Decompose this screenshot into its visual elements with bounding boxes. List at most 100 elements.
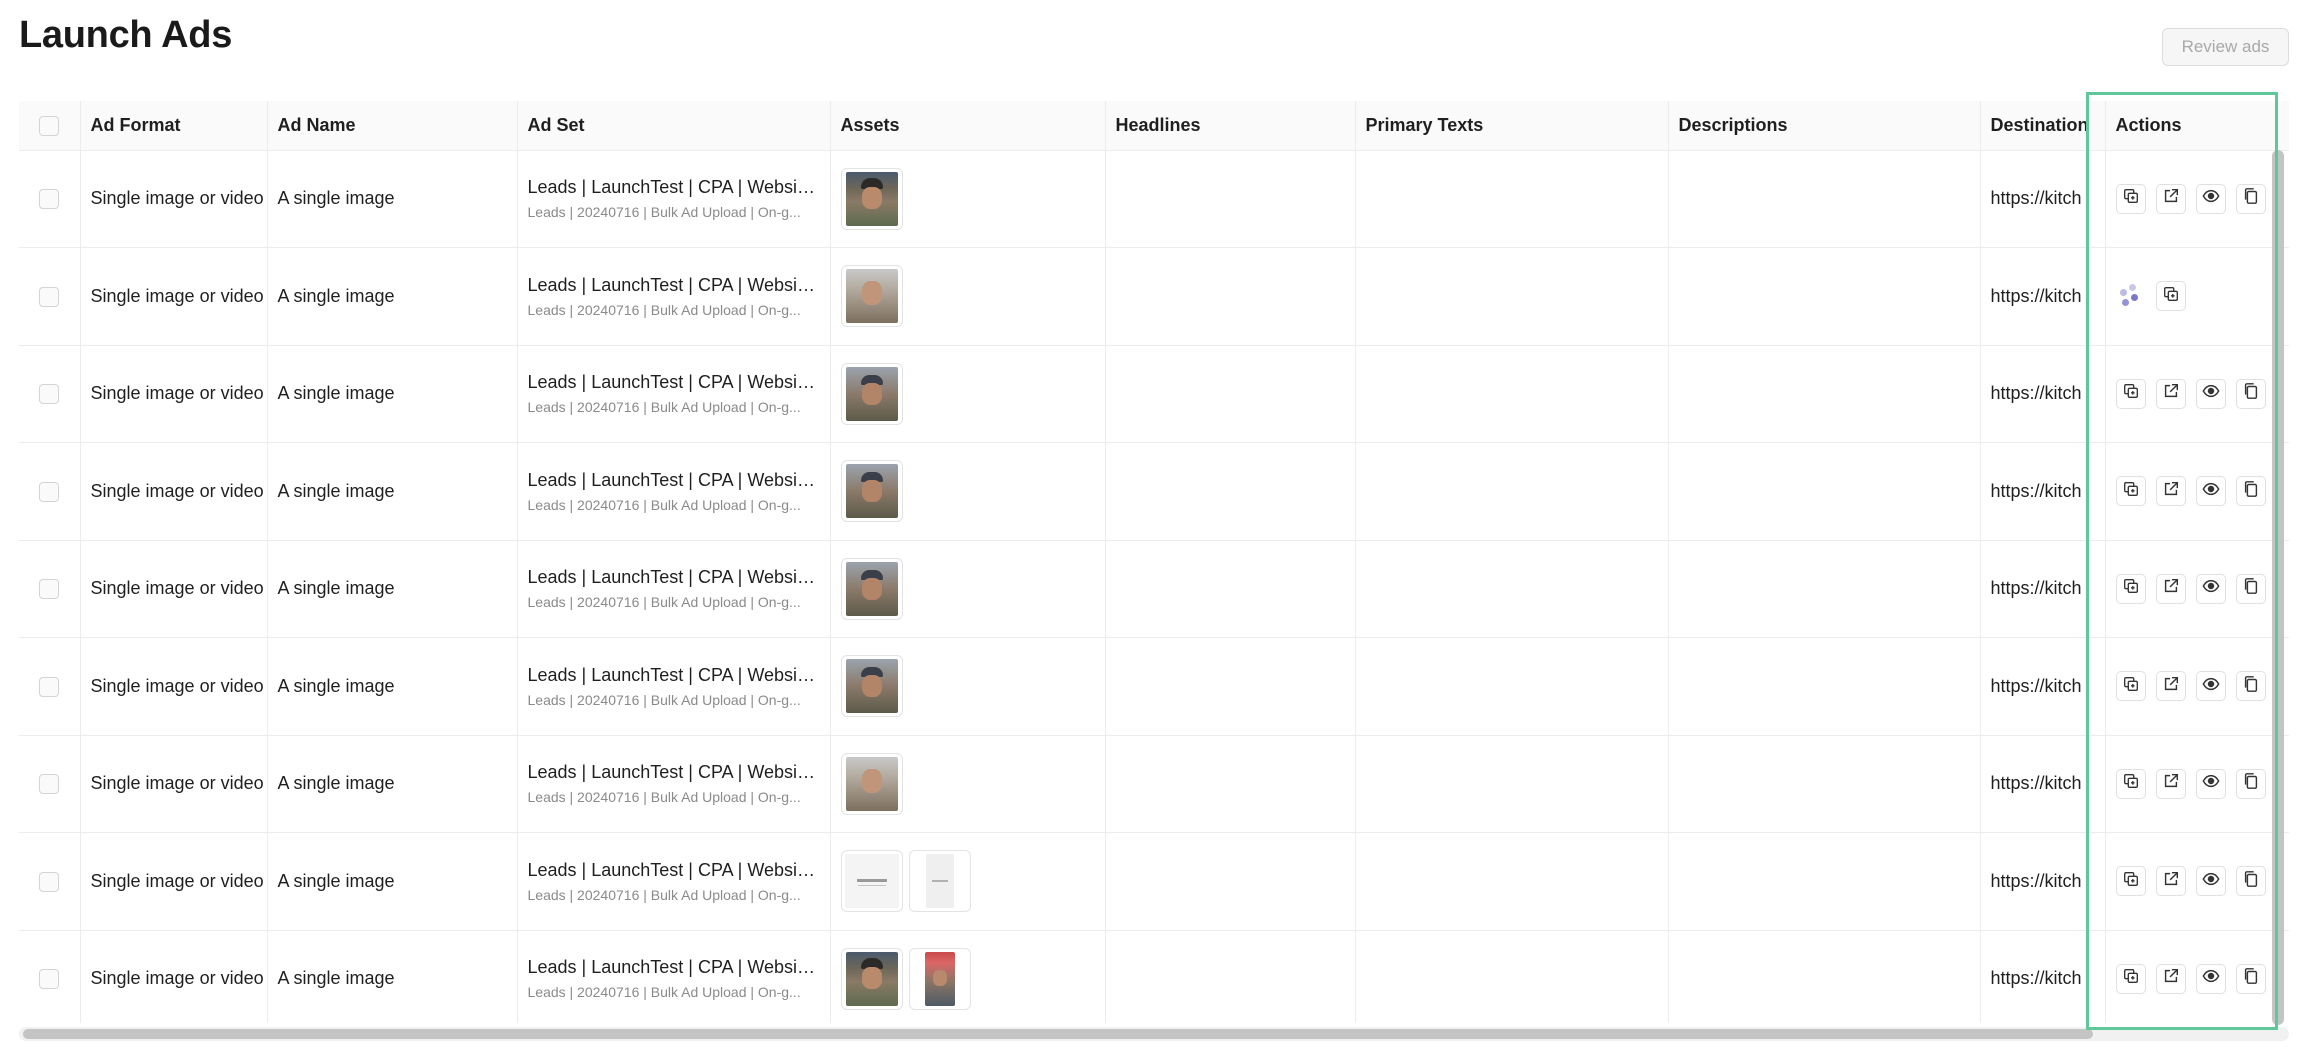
asset-thumbnail[interactable] [840,850,903,913]
descriptions-cell[interactable] [1668,345,1981,443]
duplicate-button[interactable] [2115,963,2146,994]
table-row[interactable]: Single image or video A single image Leads… [19,247,2289,346]
descriptions-cell[interactable] [1668,442,1981,541]
ad-format-cell[interactable]: Single image or video [80,540,268,638]
table-row[interactable]: Single image or video A single image Leads… [19,150,2289,248]
duplicate-button[interactable] [2115,378,2146,409]
review-ads-button[interactable]: Review ads [2162,28,2289,66]
ad-format-cell[interactable]: Single image or video [80,637,268,736]
ad-format-cell[interactable]: Single image or video [80,345,268,443]
primary-texts-cell[interactable] [1355,930,1669,1023]
destination-cell[interactable]: https://kitch [1980,637,2106,736]
preview-button[interactable] [2195,671,2226,702]
copy-button[interactable] [2235,378,2266,409]
ad-name-cell[interactable]: A single image [267,247,518,346]
duplicate-button[interactable] [2115,768,2146,799]
ad-set-cell[interactable]: Leads | LaunchTest | CPA | Website ... Le… [517,540,831,638]
ad-name-cell[interactable]: A single image [267,150,518,248]
destination-cell[interactable]: https://kitch [1980,540,2106,638]
copy-button[interactable] [2235,866,2266,897]
ad-format-cell[interactable]: Single image or video [80,832,268,931]
asset-thumbnail[interactable] [908,947,971,1010]
copy-button[interactable] [2235,573,2266,604]
headlines-cell[interactable] [1105,247,1356,346]
row-checkbox[interactable] [39,871,60,892]
row-checkbox[interactable] [39,384,60,405]
primary-texts-cell[interactable] [1355,150,1669,248]
ad-format-cell[interactable]: Single image or video [80,930,268,1023]
copy-button[interactable] [2235,963,2266,994]
asset-thumbnail[interactable] [840,362,903,425]
row-checkbox[interactable] [39,969,60,990]
asset-thumbnail[interactable] [840,655,903,718]
descriptions-cell[interactable] [1668,832,1981,931]
descriptions-cell[interactable] [1668,540,1981,638]
duplicate-button[interactable] [2115,671,2146,702]
ad-set-cell[interactable]: Leads | LaunchTest | CPA | Website ... Le… [517,930,831,1023]
destination-cell[interactable]: https://kitch [1980,247,2106,346]
row-checkbox[interactable] [39,189,60,210]
edit-button[interactable] [2155,476,2186,507]
row-checkbox[interactable] [39,481,60,502]
table-row[interactable]: Single image or video A single image Leads… [19,832,2289,931]
ad-set-cell[interactable]: Leads | LaunchTest | CPA | Website ... Le… [517,150,831,248]
ad-set-cell[interactable]: Leads | LaunchTest | CPA | Website ... Le… [517,735,831,833]
ad-format-cell[interactable]: Single image or video [80,735,268,833]
headlines-cell[interactable] [1105,832,1356,931]
preview-button[interactable] [2195,963,2226,994]
primary-texts-cell[interactable] [1355,637,1669,736]
edit-button[interactable] [2155,671,2186,702]
preview-button[interactable] [2195,476,2226,507]
copy-button[interactable] [2235,768,2266,799]
row-checkbox[interactable] [39,676,60,697]
preview-button[interactable] [2195,183,2226,214]
asset-thumbnail[interactable] [908,850,971,913]
copy-button[interactable] [2235,671,2266,702]
preview-button[interactable] [2195,573,2226,604]
duplicate-button[interactable] [2115,573,2146,604]
ad-set-cell[interactable]: Leads | LaunchTest | CPA | Website ... Le… [517,832,831,931]
duplicate-button[interactable] [2115,183,2146,214]
edit-button[interactable] [2155,573,2186,604]
copy-button[interactable] [2235,476,2266,507]
headlines-cell[interactable] [1105,930,1356,1023]
destination-cell[interactable]: https://kitch [1980,735,2106,833]
destination-cell[interactable]: https://kitch [1980,442,2106,541]
ad-format-cell[interactable]: Single image or video [80,247,268,346]
ad-format-cell[interactable]: Single image or video [80,442,268,541]
ad-set-cell[interactable]: Leads | LaunchTest | CPA | Website ... Le… [517,637,831,736]
horizontal-scrollbar-thumb[interactable] [23,1029,2093,1039]
primary-texts-cell[interactable] [1355,442,1669,541]
asset-thumbnail[interactable] [840,752,903,815]
descriptions-cell[interactable] [1668,247,1981,346]
edit-button[interactable] [2155,183,2186,214]
ad-name-cell[interactable]: A single image [267,832,518,931]
preview-button[interactable] [2195,768,2226,799]
headlines-cell[interactable] [1105,637,1356,736]
table-row[interactable]: Single image or video A single image Leads… [19,735,2289,833]
edit-button[interactable] [2155,378,2186,409]
primary-texts-cell[interactable] [1355,540,1669,638]
vertical-scrollbar[interactable] [2272,150,2284,1025]
table-row[interactable]: Single image or video A single image Leads… [19,637,2289,736]
headlines-cell[interactable] [1105,735,1356,833]
headlines-cell[interactable] [1105,540,1356,638]
ad-name-cell[interactable]: A single image [267,637,518,736]
edit-button[interactable] [2155,768,2186,799]
row-checkbox[interactable] [39,774,60,795]
descriptions-cell[interactable] [1668,637,1981,736]
asset-thumbnail[interactable] [840,167,903,230]
headlines-cell[interactable] [1105,345,1356,443]
primary-texts-cell[interactable] [1355,345,1669,443]
copy-button[interactable] [2235,183,2266,214]
ad-name-cell[interactable]: A single image [267,442,518,541]
primary-texts-cell[interactable] [1355,735,1669,833]
preview-button[interactable] [2195,378,2226,409]
ad-name-cell[interactable]: A single image [267,930,518,1023]
edit-button[interactable] [2155,963,2186,994]
destination-cell[interactable]: https://kitch [1980,832,2106,931]
ad-name-cell[interactable]: A single image [267,540,518,638]
edit-button[interactable] [2155,866,2186,897]
asset-thumbnail[interactable] [840,557,903,620]
descriptions-cell[interactable] [1668,735,1981,833]
